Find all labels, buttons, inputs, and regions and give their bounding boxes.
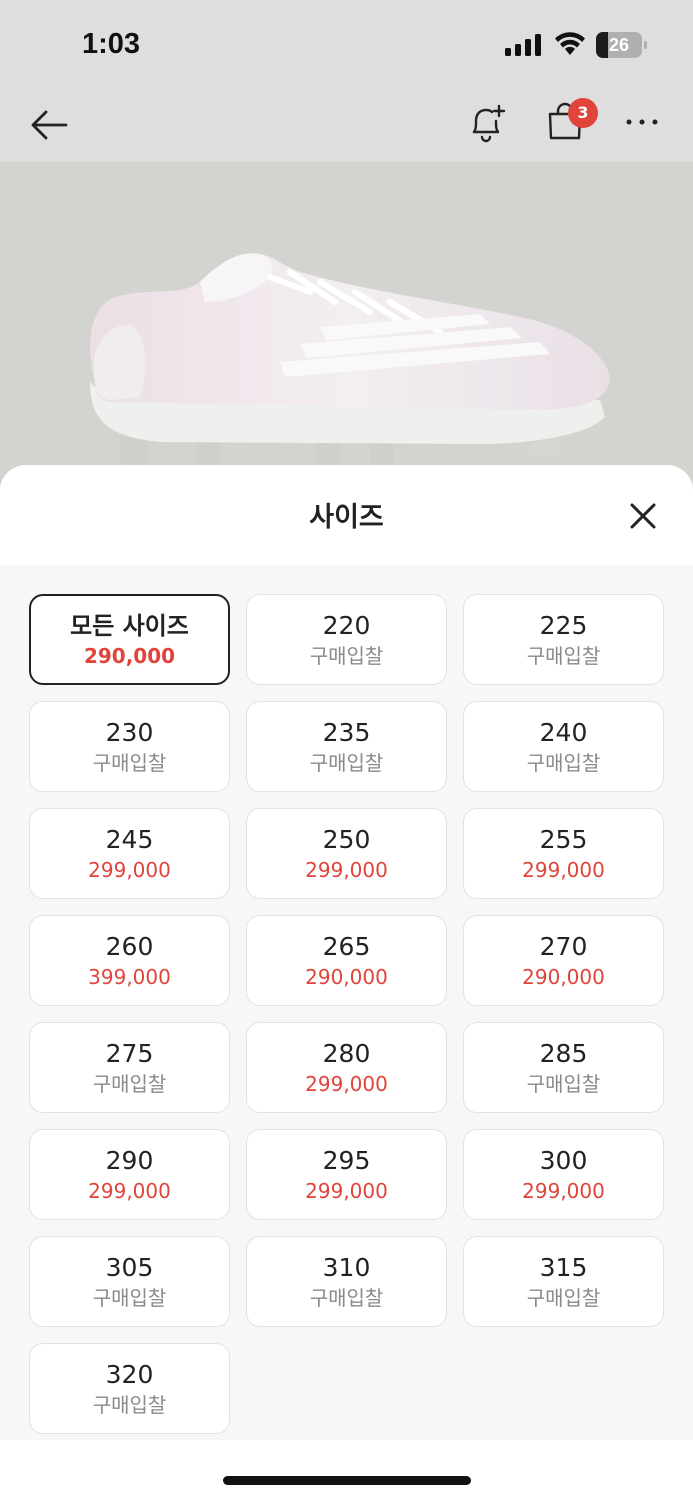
status-time: 1:03: [82, 28, 141, 60]
bid-label: 구매입찰: [526, 1285, 601, 1310]
bid-label: 구매입찰: [526, 750, 601, 775]
size-option[interactable]: 230 구매입찰: [29, 701, 230, 792]
size-bottom-sheet: 사이즈 모든 사이즈 290,000 220 구매입찰 225 구매입찰 230 구매입찰 23…: [0, 465, 693, 1500]
size-option[interactable]: 235 구매입찰: [246, 701, 447, 792]
bid-label: 구매입찰: [92, 1285, 167, 1310]
size-label: 230: [105, 717, 154, 747]
size-label: 285: [539, 1038, 588, 1068]
cart-count-badge: 3: [568, 98, 598, 128]
size-price: 290,000: [83, 643, 176, 668]
size-option[interactable]: 265 290,000: [246, 915, 447, 1006]
size-price: 299,000: [522, 857, 605, 882]
size-option[interactable]: 320 구매입찰: [29, 1343, 230, 1434]
bid-label: 구매입찰: [309, 643, 384, 668]
size-label: 290: [105, 1145, 154, 1175]
bid-label: 구매입찰: [92, 1071, 167, 1096]
size-label: 모든 사이즈: [70, 611, 189, 640]
size-option-all[interactable]: 모든 사이즈 290,000: [29, 594, 230, 685]
size-option[interactable]: 250 299,000: [246, 808, 447, 899]
sheet-header: 사이즈: [0, 465, 693, 565]
battery-level: 26: [608, 35, 630, 55]
size-option[interactable]: 280 299,000: [246, 1022, 447, 1113]
size-label: 260: [105, 931, 154, 961]
bell-plus-icon[interactable]: [466, 100, 508, 146]
size-option[interactable]: 260 399,000: [29, 915, 230, 1006]
size-label: 280: [322, 1038, 371, 1068]
size-label: 255: [539, 824, 588, 854]
more-horizontal-icon[interactable]: [624, 110, 660, 134]
home-indicator: [223, 1476, 471, 1485]
bid-label: 구매입찰: [309, 1285, 384, 1310]
size-option[interactable]: 245 299,000: [29, 808, 230, 899]
arrow-left-icon[interactable]: [28, 104, 70, 146]
size-price: 299,000: [305, 1071, 388, 1096]
size-price: 299,000: [305, 1178, 388, 1203]
size-price: 299,000: [305, 857, 388, 882]
product-image: [90, 253, 611, 468]
size-label: 275: [105, 1038, 154, 1068]
wifi-icon: [555, 32, 585, 55]
size-grid: 모든 사이즈 290,000 220 구매입찰 225 구매입찰 230 구매입찰 235 구매입…: [29, 594, 664, 1434]
size-price: 299,000: [88, 857, 171, 882]
bid-label: 구매입찰: [309, 750, 384, 775]
bid-label: 구매입찰: [526, 643, 601, 668]
size-label: 270: [539, 931, 588, 961]
signal-icon: [505, 34, 541, 56]
status-bar: 1:03 26: [0, 0, 693, 92]
size-price: 290,000: [522, 964, 605, 989]
size-label: 320: [105, 1359, 154, 1389]
size-option[interactable]: 220 구매입찰: [246, 594, 447, 685]
size-option[interactable]: 240 구매입찰: [463, 701, 664, 792]
size-price: 299,000: [88, 1178, 171, 1203]
top-nav-bar: 3: [0, 92, 693, 162]
sheet-title: 사이즈: [309, 502, 384, 533]
size-price: 399,000: [88, 964, 171, 989]
size-option[interactable]: 255 299,000: [463, 808, 664, 899]
size-option[interactable]: 270 290,000: [463, 915, 664, 1006]
size-label: 235: [322, 717, 371, 747]
size-option[interactable]: 285 구매입찰: [463, 1022, 664, 1113]
bottom-safe-area: [0, 1440, 693, 1500]
size-label: 220: [322, 610, 371, 640]
size-label: 315: [539, 1252, 588, 1282]
size-option[interactable]: 300 299,000: [463, 1129, 664, 1220]
size-label: 300: [539, 1145, 588, 1175]
size-label: 295: [322, 1145, 371, 1175]
size-option[interactable]: 290 299,000: [29, 1129, 230, 1220]
size-label: 245: [105, 824, 154, 854]
size-option[interactable]: 295 299,000: [246, 1129, 447, 1220]
close-icon[interactable]: [626, 499, 660, 533]
size-option[interactable]: 275 구매입찰: [29, 1022, 230, 1113]
size-label: 305: [105, 1252, 154, 1282]
size-option[interactable]: 315 구매입찰: [463, 1236, 664, 1327]
size-price: 299,000: [522, 1178, 605, 1203]
size-price: 290,000: [305, 964, 388, 989]
size-label: 250: [322, 824, 371, 854]
bid-label: 구매입찰: [526, 1071, 601, 1096]
bid-label: 구매입찰: [92, 1392, 167, 1417]
size-label: 310: [322, 1252, 371, 1282]
bid-label: 구매입찰: [92, 750, 167, 775]
size-option[interactable]: 225 구매입찰: [463, 594, 664, 685]
size-label: 240: [539, 717, 588, 747]
size-label: 265: [322, 931, 371, 961]
product-image-area: [0, 162, 693, 482]
size-option[interactable]: 310 구매입찰: [246, 1236, 447, 1327]
size-option[interactable]: 305 구매입찰: [29, 1236, 230, 1327]
size-label: 225: [539, 610, 588, 640]
battery-icon: 26: [596, 32, 648, 58]
